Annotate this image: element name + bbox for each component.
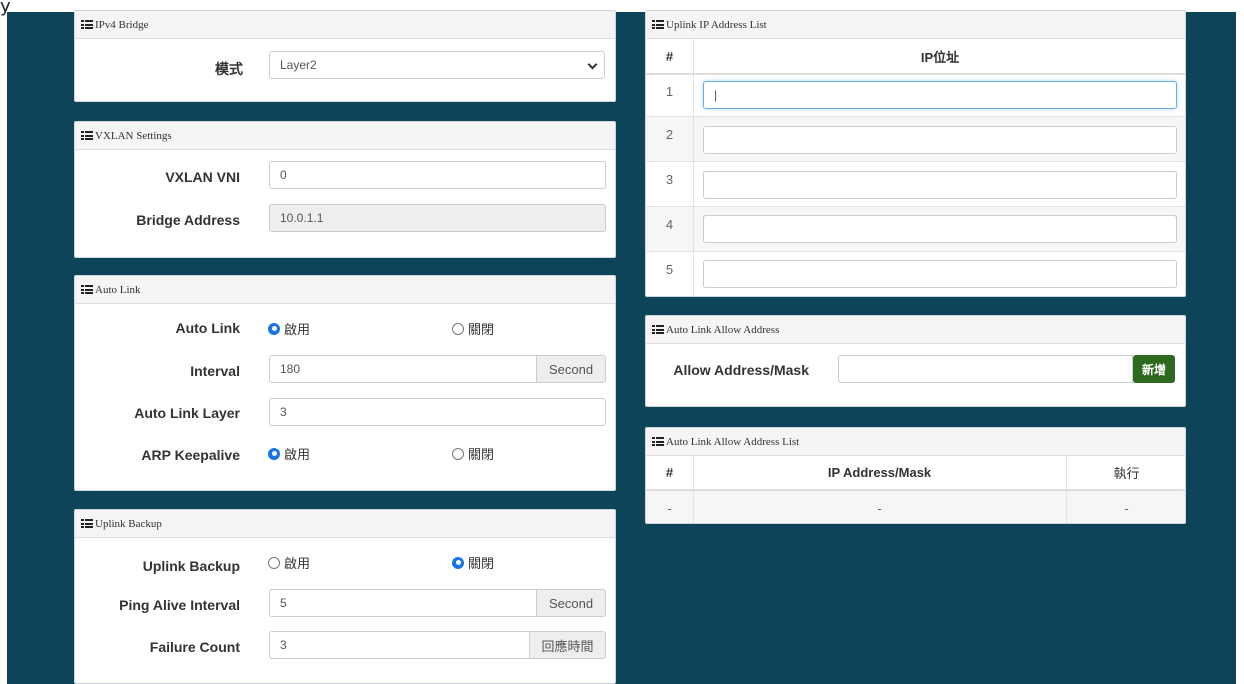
list-icon [652,20,664,29]
interval-label: Interval [190,363,240,379]
row-divider [646,251,1185,252]
list-icon [652,437,664,446]
list-icon [81,20,93,29]
failure-unit-addon: 回應時間 [530,631,606,659]
uplink-ip-input-3[interactable] [703,171,1177,199]
radio-dot [268,556,280,569]
allow-address-panel: Auto Link Allow Address Allow Address/Ma… [645,315,1186,407]
radio-label: 關閉 [468,447,495,462]
panel-title: Uplink Backup [95,517,162,530]
radio-label: 關閉 [468,322,495,337]
arp-enable-radio[interactable]: 啟用 [268,444,310,463]
radio-dot [268,447,280,460]
list-icon [652,325,664,334]
radio-label: 關閉 [468,556,495,571]
panel-title: Auto Link Allow Address List [666,435,800,448]
bridge-address-label: Bridge Address [136,212,240,228]
failure-count-label: Failure Count [149,639,240,655]
ping-unit-addon: Second [537,589,606,617]
auto-link-panel: Auto Link Auto Link 啟用 關閉 Interval 180 S… [74,275,616,491]
uplink-backup-label: Uplink Backup [142,558,240,574]
ip-mask-column-header: IP Address/Mask [827,465,932,480]
row-ip-mask: - [877,500,882,516]
ip-column-header: IP位址 [920,50,960,65]
uplink-ip-input-5[interactable] [703,260,1177,288]
ipv4-bridge-panel: IPv4 Bridge 模式 Layer2 [74,10,616,102]
radio-dot [452,447,464,460]
panel-header: Auto Link [75,276,615,304]
radio-label: 啟用 [284,447,311,462]
row-index: 2 [665,126,674,142]
uplink-backup-disable-radio[interactable]: 關閉 [452,553,494,572]
auto-link-label: Auto Link [175,320,240,336]
panel-title: Uplink IP Address List [666,18,767,31]
list-icon [81,131,93,140]
auto-link-enable-radio[interactable]: 啟用 [268,319,310,338]
panel-header: VXLAN Settings [75,122,615,150]
panel-header: Uplink Backup [75,510,615,538]
add-address-button[interactable]: 新增 [1133,355,1175,383]
vxlan-settings-panel: VXLAN Settings VXLAN VNI 0 Bridge Addres… [74,121,616,258]
arp-keepalive-label: ARP Keepalive [141,447,240,463]
radio-dot [452,322,464,335]
interval-unit-addon: Second [537,355,606,383]
radio-label: 啟用 [284,556,311,571]
panel-title: IPv4 Bridge [95,18,149,31]
row-index: 1 [665,84,674,99]
uplink-ip-list-panel: Uplink IP Address List # IP位址 1 | 2 3 4 … [645,10,1186,297]
radio-dot [452,556,464,569]
column-divider [693,116,694,161]
panel-title: VXLAN Settings [95,129,172,142]
row-action: - [1124,500,1129,516]
radio-label: 啟用 [284,322,311,337]
vxlan-vni-input[interactable]: 0 [269,161,606,189]
mode-select-value: Layer2 [280,58,317,72]
list-icon [81,519,93,528]
panel-header: IPv4 Bridge [75,11,615,39]
ping-alive-interval-input[interactable]: 5 [269,589,537,617]
allow-address-list-panel: Auto Link Allow Address List # IP Addres… [645,427,1186,524]
row-index: 5 [665,261,674,277]
allow-address-label: Allow Address/Mask [673,362,809,378]
arp-disable-radio[interactable]: 關閉 [452,444,494,463]
panel-header: Auto Link Allow Address List [646,428,1185,456]
list-icon [81,285,93,294]
index-column-header: # [665,465,674,480]
chevron-down-icon [587,59,598,70]
index-column-header: # [665,49,674,64]
header-divider [646,73,1185,75]
auto-link-layer-label: Auto Link Layer [134,405,240,421]
panel-title: Auto Link Allow Address [666,323,780,336]
row-index: 4 [665,216,674,232]
uplink-ip-input-4[interactable] [703,215,1177,243]
column-divider [693,39,694,296]
column-divider [693,206,694,251]
mode-label: 模式 [215,61,243,77]
uplink-backup-enable-radio[interactable]: 啟用 [268,553,310,572]
panel-header: Uplink IP Address List [646,11,1185,39]
panel-title: Auto Link [95,283,141,296]
ping-alive-interval-label: Ping Alive Interval [119,597,240,613]
uplink-ip-input-1[interactable]: | [703,81,1177,109]
bridge-address-input[interactable]: 10.0.1.1 [269,204,606,232]
mode-select[interactable]: Layer2 [269,51,605,79]
allow-address-input[interactable] [838,355,1133,383]
row-index: 3 [665,171,674,187]
row-divider [646,161,1185,162]
action-column-header: 執行 [1113,466,1140,481]
uplink-ip-input-2[interactable] [703,126,1177,154]
row-index: - [667,500,672,516]
failure-count-input[interactable]: 3 [269,631,530,659]
auto-link-disable-radio[interactable]: 關閉 [452,319,494,338]
uplink-backup-panel: Uplink Backup Uplink Backup 啟用 關閉 Ping A… [74,509,616,684]
vxlan-vni-label: VXLAN VNI [165,169,240,185]
auto-link-layer-input[interactable]: 3 [269,398,606,426]
radio-dot [268,322,280,335]
panel-header: Auto Link Allow Address [646,316,1185,344]
interval-input[interactable]: 180 [269,355,537,383]
